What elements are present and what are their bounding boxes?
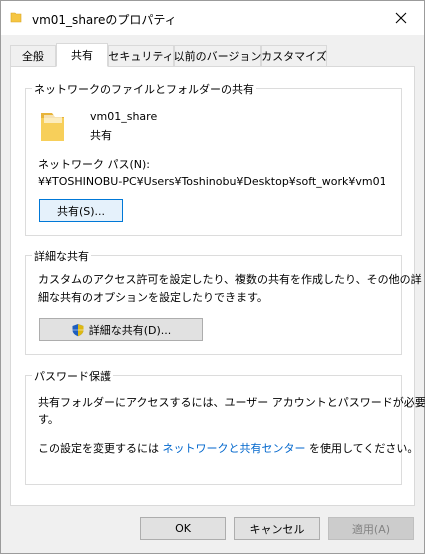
cancel-button[interactable]: キャンセル bbox=[234, 517, 320, 540]
group-title: 詳細な共有 bbox=[32, 248, 91, 264]
tab-panel-sharing: ネットワークのファイルとフォルダーの共有 vm01_share 共有 ネットワー… bbox=[10, 66, 425, 506]
share-status: 共有 bbox=[90, 129, 112, 142]
tab-general[interactable]: 全般 bbox=[10, 45, 56, 66]
advanced-sharing-button[interactable]: 詳細な共有(D)... bbox=[39, 318, 203, 341]
tab-sharing[interactable]: 共有 bbox=[56, 43, 108, 67]
tab-customize[interactable]: カスタマイズ bbox=[261, 45, 327, 66]
share-button[interactable]: 共有(S)... bbox=[39, 199, 123, 222]
shared-folder-icon bbox=[41, 113, 64, 141]
advanced-sharing-description-line2: 細な共有のオプションを設定したりできます。 bbox=[38, 291, 268, 304]
tab-previous-versions[interactable]: 以前のバージョン bbox=[174, 45, 261, 66]
properties-dialog: vm01_shareのプロパティ 全般 共有 セキュリティ 以前のバージョン カ… bbox=[0, 0, 425, 554]
line3-prefix: この設定を変更するには bbox=[38, 442, 159, 455]
folder-icon bbox=[10, 12, 22, 23]
network-path-label: ネットワーク パス(N): bbox=[38, 158, 151, 171]
advanced-sharing-button-label: 詳細な共有(D)... bbox=[88, 323, 172, 337]
title-bar: vm01_shareのプロパティ bbox=[1, 1, 424, 35]
password-protection-text-line1: 共有フォルダーにアクセスするには、ユーザー アカウントとパスワードが必要で bbox=[38, 396, 425, 409]
tab-strip: 全般 共有 セキュリティ 以前のバージョン カスタマイズ bbox=[10, 43, 415, 67]
ok-button[interactable]: OK bbox=[140, 517, 226, 540]
group-title: パスワード保護 bbox=[32, 368, 113, 384]
network-sharing-center-link[interactable]: ネットワークと共有センター bbox=[163, 442, 306, 455]
network-sharing-group: ネットワークのファイルとフォルダーの共有 vm01_share 共有 ネットワー… bbox=[25, 81, 402, 236]
password-protection-text-line2: す。 bbox=[38, 413, 59, 426]
folder-name: vm01_share bbox=[90, 110, 158, 123]
advanced-sharing-description-line1: カスタムのアクセス許可を設定したり、複数の共有を作成したり、その他の詳 bbox=[38, 273, 422, 286]
group-title: ネットワークのファイルとフォルダーの共有 bbox=[32, 81, 256, 97]
apply-button[interactable]: 適用(A) bbox=[328, 517, 414, 540]
close-icon bbox=[395, 12, 407, 24]
advanced-sharing-group: 詳細な共有 カスタムのアクセス許可を設定したり、複数の共有を作成したり、その他の… bbox=[25, 248, 422, 355]
tab-security[interactable]: セキュリティ bbox=[108, 45, 174, 66]
line3-suffix: を使用してください。 bbox=[309, 442, 419, 455]
password-protection-group: パスワード保護 共有フォルダーにアクセスするには、ユーザー アカウントとパスワー… bbox=[25, 368, 425, 485]
uac-shield-icon bbox=[72, 323, 84, 336]
network-path-value: ¥¥TOSHINOBU-PC¥Users¥Toshinobu¥Desktop¥s… bbox=[38, 175, 385, 188]
window-title: vm01_shareのプロパティ bbox=[32, 13, 177, 27]
password-protection-text-line3: この設定を変更するには ネットワークと共有センター を使用してください。 bbox=[38, 440, 418, 456]
close-button[interactable] bbox=[378, 1, 424, 35]
